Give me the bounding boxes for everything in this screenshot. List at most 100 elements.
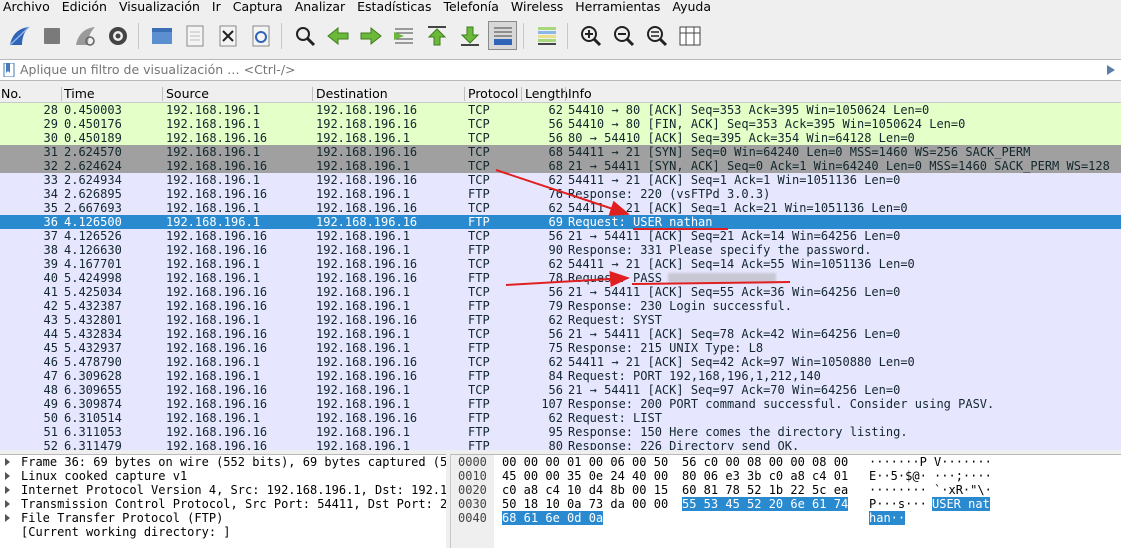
detail-row[interactable]: Linux cooked capture v1 — [0, 469, 446, 483]
detail-row[interactable]: Transmission Control Protocol, Src Port:… — [0, 497, 446, 511]
packet-row[interactable]: 50 6.310514 192.168.196.1 192.168.196.16 FTP… — [0, 411, 1121, 425]
packet-row[interactable]: 41 5.425034 192.168.196.16 192.168.196.1 TCP… — [0, 285, 1121, 299]
detail-row[interactable]: File Transfer Protocol (FTP) — [0, 511, 446, 525]
toolbar-separator — [523, 22, 524, 49]
expand-arrow-icon[interactable] — [5, 514, 10, 522]
go-to-packet-button[interactable] — [389, 21, 418, 50]
menu-3[interactable]: Ir — [206, 0, 227, 14]
go-last-button[interactable] — [455, 21, 484, 50]
hex-off: 0040 — [458, 511, 487, 525]
column-destination[interactable]: Destination — [316, 86, 388, 102]
zoom-normal-button[interactable] — [642, 21, 671, 50]
apply-filter-arrow-icon[interactable] — [1106, 64, 1116, 76]
packet-proto: FTP — [468, 425, 490, 439]
packet-row[interactable]: 49 6.309874 192.168.196.16 192.168.196.1 FTP… — [0, 397, 1121, 411]
packet-row[interactable]: 51 6.311053 192.168.196.16 192.168.196.1 FTP… — [0, 425, 1121, 439]
packet-row[interactable]: 52 6.311479 192.168.196.16 192.168.196.1 FTP… — [0, 439, 1121, 450]
packet-row[interactable]: 35 2.667693 192.168.196.1 192.168.196.16 TCP… — [0, 201, 1121, 215]
restart-capture-button[interactable] — [70, 21, 99, 50]
detail-row[interactable]: Frame 36: 69 bytes on wire (552 bits), 6… — [0, 455, 446, 469]
menu-2[interactable]: Visualización — [113, 0, 206, 14]
packet-row[interactable]: 39 4.167701 192.168.196.1 192.168.196.16 TCP… — [0, 257, 1121, 271]
menu-5[interactable]: Analizar — [289, 0, 351, 14]
packet-row[interactable]: 37 4.126526 192.168.196.16 192.168.196.1 TCP… — [0, 229, 1121, 243]
packet-row[interactable]: 33 2.624934 192.168.196.1 192.168.196.16 TCP… — [0, 173, 1121, 187]
packet-no: 39 — [43, 257, 58, 271]
menu-9[interactable]: Herramientas — [569, 0, 666, 14]
redacted-password-blur — [668, 273, 776, 283]
packet-row[interactable]: 47 6.309628 192.168.196.1 192.168.196.16 FTP… — [0, 369, 1121, 383]
expand-arrow-icon[interactable] — [5, 486, 10, 494]
menu-1[interactable]: Edición — [56, 0, 113, 14]
save-file-button[interactable] — [180, 21, 209, 50]
packet-dst: 192.168.196.1 — [316, 425, 410, 439]
packet-proto: TCP — [468, 327, 490, 341]
hex-row[interactable]: 0010 45 00 00 35 0e 24 40 00 80 06 e3 3b c… — [451, 469, 1121, 483]
packet-row[interactable]: 44 5.432834 192.168.196.16 192.168.196.1 TCP… — [0, 327, 1121, 341]
expand-arrow-icon[interactable] — [5, 472, 10, 480]
hex-off: 0010 — [458, 469, 487, 483]
start-capture-button[interactable] — [4, 21, 33, 50]
stop-capture-button[interactable] — [37, 21, 66, 50]
column-time[interactable]: Time — [64, 86, 95, 102]
column-no[interactable]: No. — [1, 86, 22, 102]
column-source[interactable]: Source — [166, 86, 209, 102]
column-length[interactable]: Length — [525, 86, 568, 102]
packet-row[interactable]: 48 6.309655 192.168.196.16 192.168.196.1 TCP… — [0, 383, 1121, 397]
go-back-button[interactable] — [323, 21, 352, 50]
hex-row[interactable]: 0040 68 61 6e 0d 0a han·· — [451, 511, 1121, 525]
hex-b2: 56 c0 00 08 00 00 08 00 — [682, 455, 849, 469]
packet-row[interactable]: 30 0.450189 192.168.196.16 192.168.196.1 TCP… — [0, 131, 1121, 145]
menu-4[interactable]: Captura — [227, 0, 289, 14]
packet-row[interactable]: 42 5.432387 192.168.196.16 192.168.196.1 FTP… — [0, 299, 1121, 313]
display-filter-input[interactable] — [20, 60, 1100, 80]
menu-8[interactable]: Wireless — [505, 0, 569, 14]
packet-row[interactable]: 31 2.624570 192.168.196.1 192.168.196.16 TCP… — [0, 145, 1121, 159]
open-file-button[interactable] — [147, 21, 176, 50]
column-info[interactable]: Info — [568, 86, 592, 102]
packet-row[interactable]: 34 2.626895 192.168.196.16 192.168.196.1 FTP… — [0, 187, 1121, 201]
hex-hl-asc: USER nat — [932, 497, 990, 511]
hex-off: 0030 — [458, 497, 487, 511]
packet-len: 80 — [548, 439, 563, 450]
zoom-out-button[interactable] — [609, 21, 638, 50]
filter-bookmark-icon[interactable] — [3, 63, 15, 77]
packet-row[interactable]: 43 5.432801 192.168.196.1 192.168.196.16 FTP… — [0, 313, 1121, 327]
packet-info: Request: PORT 192,168,196,1,212,140 — [568, 369, 821, 383]
close-file-button[interactable] — [213, 21, 242, 50]
hex-row[interactable]: 0020 c0 a8 c4 10 d4 8b 00 15 60 81 78 52 1… — [451, 483, 1121, 497]
colorize-button[interactable] — [532, 21, 561, 50]
autoscroll-button[interactable] — [488, 21, 517, 50]
packet-row[interactable]: 40 5.424998 192.168.196.1 192.168.196.16 FTP… — [0, 271, 1121, 285]
packet-info: Response: 150 Here comes the directory l… — [568, 425, 908, 439]
menu-10[interactable]: Ayuda — [666, 0, 717, 14]
menu-0[interactable]: Archivo — [0, 0, 56, 14]
expand-arrow-icon[interactable] — [5, 500, 10, 508]
capture-options-button[interactable] — [103, 21, 132, 50]
packet-row[interactable]: 29 0.450176 192.168.196.1 192.168.196.16 TCP… — [0, 117, 1121, 131]
hex-row[interactable]: 0000 00 00 00 01 00 06 00 50 56 c0 00 08 0… — [451, 455, 1121, 469]
zoom-in-button[interactable] — [576, 21, 605, 50]
expand-arrow-icon[interactable] — [5, 458, 10, 466]
packet-no: 35 — [43, 201, 58, 215]
detail-row[interactable]: [Current working directory: ] — [0, 525, 446, 539]
reload-file-button[interactable] — [246, 21, 275, 50]
toolbar-separator — [567, 22, 568, 49]
find-packet-button[interactable] — [290, 21, 319, 50]
packet-row[interactable]: 46 5.478790 192.168.196.1 192.168.196.16 TCP… — [0, 355, 1121, 369]
go-forward-button[interactable] — [356, 21, 385, 50]
go-first-button[interactable] — [422, 21, 451, 50]
detail-row[interactable]: Internet Protocol Version 4, Src: 192.16… — [0, 483, 446, 497]
packet-row[interactable]: 45 5.432937 192.168.196.16 192.168.196.1 FTP… — [0, 341, 1121, 355]
menu-7[interactable]: Telefonía — [437, 0, 504, 14]
packet-row[interactable]: 38 4.126630 192.168.196.16 192.168.196.1 FTP… — [0, 243, 1121, 257]
column-protocol[interactable]: Protocol — [468, 86, 518, 102]
resize-columns-button[interactable] — [675, 21, 704, 50]
packet-row[interactable]: 32 2.624624 192.168.196.16 192.168.196.1 TCP… — [0, 159, 1121, 173]
packet-info: 80 → 54410 [ACK] Seq=395 Ack=354 Win=641… — [568, 131, 915, 145]
menu-6[interactable]: Estadísticas — [351, 0, 437, 14]
packet-row[interactable]: 36 4.126500 192.168.196.1 192.168.196.16 FTP… — [0, 215, 1121, 229]
hex-row[interactable]: 0030 50 18 10 0a 73 da 00 00 55 53 45 52 2… — [451, 497, 1121, 511]
packet-info: 54411 → 21 [ACK] Seq=42 Ack=97 Win=10508… — [568, 355, 915, 369]
packet-row[interactable]: 28 0.450003 192.168.196.1 192.168.196.16 TCP… — [0, 103, 1121, 117]
